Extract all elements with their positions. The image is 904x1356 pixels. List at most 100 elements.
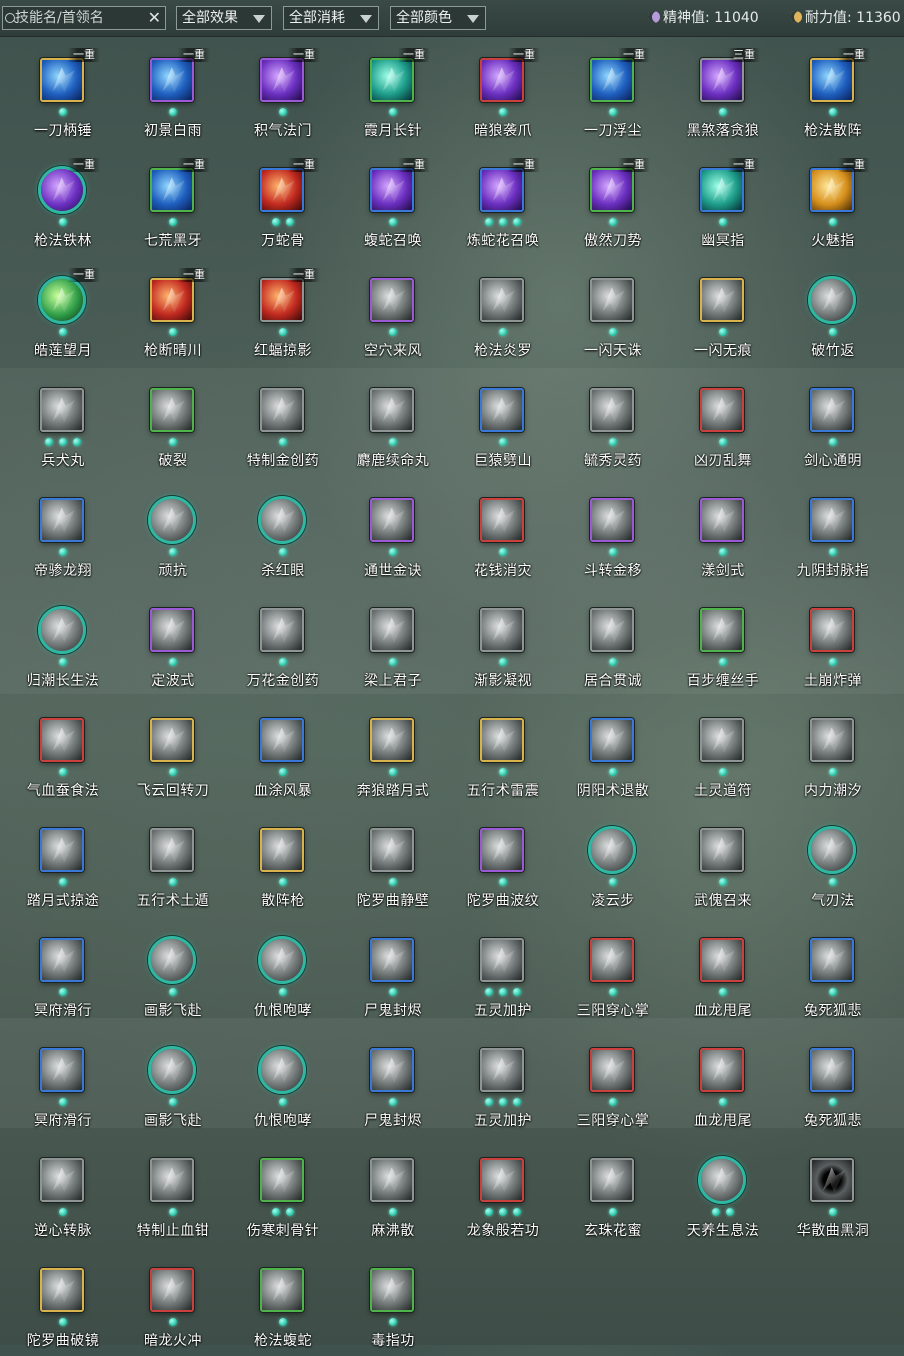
skill-card[interactable]: 天养生息法	[668, 1146, 778, 1246]
skill-card[interactable]: 麻沸散	[338, 1146, 448, 1246]
skill-icon[interactable]	[38, 166, 86, 214]
skill-icon[interactable]	[148, 1046, 196, 1094]
skill-icon[interactable]	[370, 498, 414, 542]
skill-card[interactable]: 万花金创药	[228, 596, 338, 696]
skill-icon[interactable]	[150, 718, 194, 762]
skill-icon[interactable]	[258, 496, 306, 544]
skill-card[interactable]: 土灵道符	[668, 706, 778, 806]
skill-card[interactable]: 定波式	[118, 596, 228, 696]
skill-icon[interactable]	[38, 606, 86, 654]
skill-card[interactable]: 杀红眼	[228, 486, 338, 586]
skill-card[interactable]: 一重 傲然刀势	[558, 156, 668, 256]
skill-icon[interactable]	[590, 938, 634, 982]
skill-icon[interactable]	[700, 498, 744, 542]
skill-card[interactable]: 毒指功	[338, 1256, 448, 1356]
skill-icon[interactable]	[258, 936, 306, 984]
skill-card[interactable]: 斗转金移	[558, 486, 668, 586]
skill-icon[interactable]	[370, 58, 414, 102]
skill-card[interactable]: 枪法炎罗	[448, 266, 558, 366]
skill-card[interactable]: 一重 火魅指	[778, 156, 888, 256]
skill-card[interactable]: 画影飞赴	[118, 926, 228, 1026]
color-filter-dropdown[interactable]: 全部颜色	[390, 6, 486, 30]
skill-card[interactable]: 仇恨咆哮	[228, 1036, 338, 1136]
skill-icon[interactable]	[808, 826, 856, 874]
skill-card[interactable]: 内力潮汐	[778, 706, 888, 806]
skill-card[interactable]: 九阴封脉指	[778, 486, 888, 586]
skill-card[interactable]: 枪法蝮蛇	[228, 1256, 338, 1356]
skill-card[interactable]: 一重 红蝠掠影	[228, 266, 338, 366]
skill-icon[interactable]	[370, 278, 414, 322]
skill-card[interactable]: 归潮长生法	[8, 596, 118, 696]
skill-icon[interactable]	[150, 58, 194, 102]
skill-card[interactable]: 兔死狐悲	[778, 926, 888, 1026]
clear-icon[interactable]: ✕	[148, 8, 161, 28]
skill-icon[interactable]	[590, 608, 634, 652]
skill-icon[interactable]	[810, 938, 854, 982]
skill-icon[interactable]	[40, 388, 84, 432]
skill-icon[interactable]	[700, 58, 744, 102]
skill-card[interactable]: 毓秀灵药	[558, 376, 668, 476]
skill-icon[interactable]	[480, 718, 524, 762]
skill-card[interactable]: 一闪天诛	[558, 266, 668, 366]
skill-icon[interactable]	[810, 718, 854, 762]
skill-icon[interactable]	[260, 388, 304, 432]
skill-card[interactable]: 一重 初景白雨	[118, 46, 228, 146]
skill-card[interactable]: 一重 七荒黑牙	[118, 156, 228, 256]
skill-card[interactable]: 一重 蝮蛇召唤	[338, 156, 448, 256]
skill-icon[interactable]	[480, 938, 524, 982]
skill-icon[interactable]	[370, 168, 414, 212]
skill-card[interactable]: 三阳穿心掌	[558, 1036, 668, 1136]
skill-card[interactable]: 画影飞赴	[118, 1036, 228, 1136]
skill-icon[interactable]	[260, 1268, 304, 1312]
skill-card[interactable]: 气血蚕食法	[8, 706, 118, 806]
skill-icon[interactable]	[370, 608, 414, 652]
skill-card[interactable]: 通世金诀	[338, 486, 448, 586]
skill-card[interactable]: 陀罗曲破镜	[8, 1256, 118, 1356]
skill-icon[interactable]	[700, 938, 744, 982]
skill-icon[interactable]	[150, 828, 194, 872]
skill-icon[interactable]	[40, 498, 84, 542]
skill-card[interactable]: 逆心转脉	[8, 1146, 118, 1246]
skill-icon[interactable]	[588, 826, 636, 874]
skill-icon[interactable]	[810, 58, 854, 102]
skill-icon[interactable]	[258, 1046, 306, 1094]
skill-icon[interactable]	[40, 1158, 84, 1202]
skill-icon[interactable]	[810, 498, 854, 542]
skill-icon[interactable]	[590, 388, 634, 432]
skill-card[interactable]: 暗龙火冲	[118, 1256, 228, 1356]
skill-card[interactable]: 玄珠花蜜	[558, 1146, 668, 1246]
effect-filter-dropdown[interactable]: 全部效果	[176, 6, 272, 30]
skill-card[interactable]: 踏月式掠途	[8, 816, 118, 916]
skill-icon[interactable]	[700, 278, 744, 322]
skill-card[interactable]: 剑心通明	[778, 376, 888, 476]
skill-icon[interactable]	[700, 168, 744, 212]
skill-icon[interactable]	[700, 718, 744, 762]
skill-icon[interactable]	[700, 1048, 744, 1092]
skill-icon[interactable]	[148, 496, 196, 544]
skill-icon[interactable]	[370, 938, 414, 982]
skill-card[interactable]: 奔狼踏月式	[338, 706, 448, 806]
skill-card[interactable]: 凌云步	[558, 816, 668, 916]
skill-card[interactable]: 尸鬼封烬	[338, 1036, 448, 1136]
skill-card[interactable]: 三重 黑煞落贪狼	[668, 46, 778, 146]
skill-icon[interactable]	[150, 168, 194, 212]
skill-icon[interactable]	[370, 388, 414, 432]
skill-icon[interactable]	[150, 388, 194, 432]
skill-icon[interactable]	[370, 1268, 414, 1312]
skill-card[interactable]: 凶刃乱舞	[668, 376, 778, 476]
skill-card[interactable]: 陀罗曲波纹	[448, 816, 558, 916]
skill-icon[interactable]	[260, 1158, 304, 1202]
skill-card[interactable]: 一重 暗狼袭爪	[448, 46, 558, 146]
skill-icon[interactable]	[700, 388, 744, 432]
skill-card[interactable]: 一重 万蛇骨	[228, 156, 338, 256]
skill-icon[interactable]	[590, 718, 634, 762]
skill-card[interactable]: 一重 皓莲望月	[8, 266, 118, 366]
skill-card[interactable]: 顽抗	[118, 486, 228, 586]
cost-filter-dropdown[interactable]: 全部消耗	[283, 6, 379, 30]
skill-icon[interactable]	[810, 388, 854, 432]
skill-card[interactable]: 空穴来风	[338, 266, 448, 366]
skill-icon[interactable]	[150, 278, 194, 322]
skill-icon[interactable]	[260, 718, 304, 762]
skill-icon[interactable]	[40, 718, 84, 762]
skill-card[interactable]: 特制金创药	[228, 376, 338, 476]
